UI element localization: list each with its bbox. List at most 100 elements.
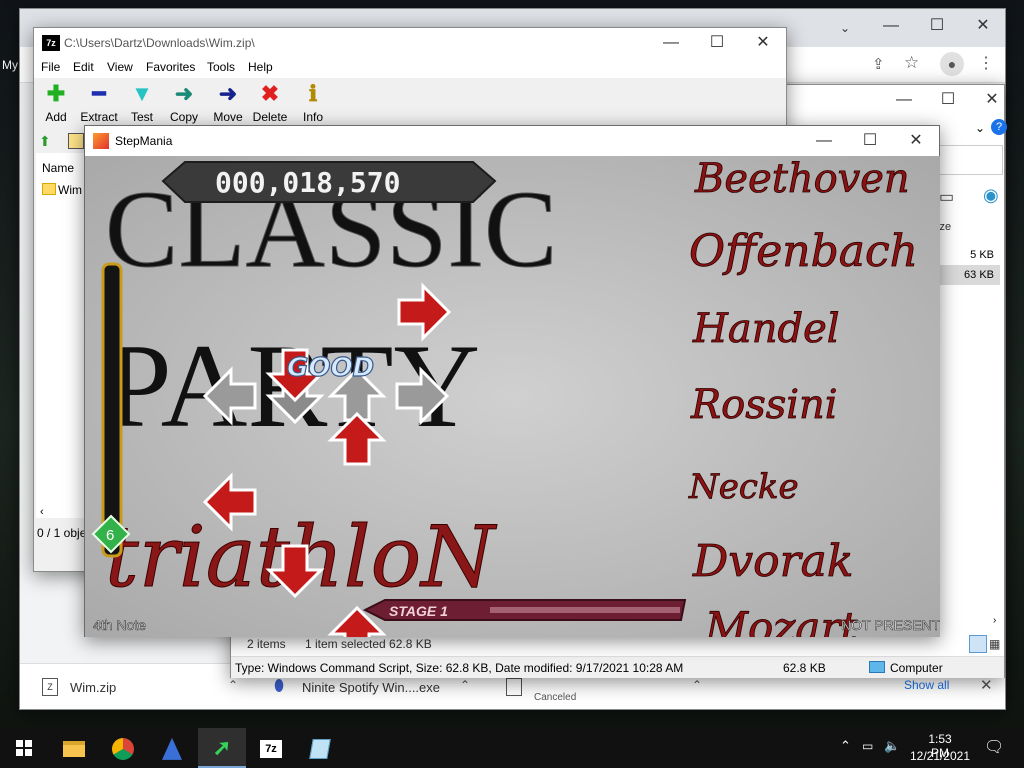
menu-edit[interactable]: Edit	[73, 60, 94, 74]
folder-up-icon[interactable]: ⬆	[39, 133, 51, 150]
taskbar-notepad[interactable]	[296, 728, 344, 768]
start-button[interactable]	[0, 728, 48, 768]
chrome-close-button[interactable]: ✕	[960, 11, 1006, 41]
test-icon: ▼	[131, 81, 153, 106]
edge-browser-icon	[162, 737, 182, 760]
test-label: Test	[130, 110, 153, 124]
copy-button[interactable]: ➜ Copy	[162, 82, 206, 126]
sevenzip-maximize-button[interactable]: ☐	[694, 28, 740, 58]
chrome-minimize-button[interactable]: —	[868, 11, 914, 41]
show-hidden-icons-icon[interactable]: ⌃	[840, 738, 851, 754]
composer-name: Rossini	[690, 382, 838, 428]
notepad-icon	[309, 738, 331, 759]
details-view-icon[interactable]	[969, 635, 987, 653]
life-meter	[101, 262, 123, 558]
menu-help[interactable]: Help	[248, 60, 273, 74]
notification-center-icon[interactable]: 🗨	[984, 737, 1004, 757]
chevron-up-icon[interactable]: ⌃	[228, 678, 238, 692]
windows-logo-icon	[16, 740, 32, 756]
song-progress	[490, 607, 680, 613]
menu-favorites[interactable]: Favorites	[146, 60, 195, 74]
chevron-up-icon[interactable]: ⌃	[460, 678, 470, 692]
desktop-icon-label: My	[2, 58, 18, 72]
chrome-icon	[112, 737, 134, 760]
scroll-right-icon[interactable]: ›	[993, 615, 996, 626]
chevron-up-icon[interactable]: ⌃	[692, 678, 702, 692]
network-icon[interactable]: ▭	[862, 739, 873, 753]
stepmania-app-icon	[93, 133, 109, 149]
sevenzip-close-button[interactable]: ✕	[740, 28, 786, 58]
composer-name: Mozart	[704, 603, 858, 637]
gameplay-canvas: CLASSIC PARTY triathloN Beethoven Offenb…	[85, 156, 940, 637]
sevenzip-minimize-button[interactable]: —	[648, 28, 694, 58]
clock-date[interactable]: 12/21/2021	[906, 749, 974, 763]
download-status: Canceled	[534, 692, 577, 703]
sevenzip-app-icon: 7z	[42, 35, 60, 51]
combo-count: 6	[106, 527, 114, 544]
taskbar-7zip[interactable]: 7z	[247, 728, 295, 768]
zip-file-icon: Z	[42, 678, 58, 696]
file-details-text: Type: Windows Command Script, Size: 62.8…	[235, 661, 684, 675]
taskbar-file-explorer[interactable]	[50, 728, 98, 768]
file-size-cell: 63 KB	[936, 265, 1000, 285]
stepmania-maximize-button[interactable]: ☐	[847, 126, 893, 156]
info-button[interactable]: ℹ Info	[291, 82, 335, 126]
delete-button[interactable]: ✖ Delete	[248, 82, 292, 126]
folder-icon	[42, 183, 56, 195]
volume-muted-icon[interactable]: 🔈	[884, 738, 900, 754]
chrome-menu-icon[interactable]: ⋮	[978, 53, 994, 73]
help-icon[interactable]: ?	[991, 119, 1007, 135]
sevenzip-title-bar: 7z C:\Users\Dartz\Downloads\Wim.zip\ — ☐…	[34, 28, 786, 58]
explorer-ribbon-icon[interactable]: ▭	[939, 187, 954, 207]
share-icon[interactable]: ⇪	[872, 55, 885, 73]
column-header-name[interactable]: Name	[42, 161, 74, 175]
move-button[interactable]: ➜ Move	[206, 82, 250, 126]
file-list-item[interactable]: Wim	[58, 183, 82, 197]
move-icon: ➜	[218, 81, 238, 106]
composer-name: Beethoven	[694, 156, 910, 202]
folder-icon	[63, 740, 85, 757]
explorer-close-button[interactable]: ✕	[969, 85, 1015, 115]
download-name: Wim.zip	[70, 680, 117, 695]
show-all-button[interactable]: Show all	[904, 678, 949, 692]
taskbar-edge[interactable]	[148, 728, 196, 768]
stepmania-window-title: StepMania	[115, 134, 173, 148]
menu-view[interactable]: View	[107, 60, 133, 74]
stepmania-minimize-button[interactable]: —	[801, 126, 847, 156]
copy-icon: ➜	[174, 81, 194, 106]
download-name: Ninite Spotify Win....exe	[302, 680, 440, 695]
test-button[interactable]: ▼ Test	[120, 82, 164, 126]
player2-status: NOT PRESENT	[841, 617, 940, 633]
delete-label: Delete	[252, 110, 288, 124]
scroll-left-icon[interactable]: ‹	[40, 506, 44, 518]
taskbar-stepmania[interactable]: ➚	[198, 728, 246, 768]
explorer-maximize-button[interactable]: ☐	[925, 85, 971, 115]
profile-avatar-icon[interactable]: ●	[940, 52, 964, 76]
extract-label: Extract	[80, 110, 118, 124]
close-downloads-bar-icon[interactable]: ✕	[980, 676, 993, 694]
stepmania-close-button[interactable]: ✕	[893, 126, 939, 156]
explorer-minimize-button[interactable]: —	[881, 85, 927, 115]
composer-name: Handel	[692, 306, 840, 352]
stepmania-window: StepMania — ☐ ✕ CLASSIC PARTY triathloN …	[84, 125, 940, 637]
search-box[interactable]	[931, 145, 1003, 175]
file-size-cell: 5 KB	[970, 249, 994, 261]
menu-file[interactable]: File	[41, 60, 60, 74]
download-item[interactable]: Z Wim.zip ⌃	[24, 672, 254, 702]
chrome-maximize-button[interactable]: ☐	[914, 11, 960, 41]
tiles-view-icon[interactable]: ▦	[989, 635, 1005, 653]
taskbar: ➚ 7z ⌃ ▭ 🔈 1:53 PM 12/21/2021 🗨	[0, 728, 1024, 768]
sevenzip-status-text: 0 / 1 obje	[37, 526, 87, 540]
menu-tools[interactable]: Tools	[207, 60, 235, 74]
composer-name: Dvorak	[692, 536, 854, 587]
taskbar-chrome[interactable]	[99, 728, 147, 768]
chevron-down-icon[interactable]: ⌄	[975, 121, 985, 135]
add-label: Add	[45, 110, 67, 124]
chrome-tab-search-icon[interactable]: ⌄	[822, 13, 868, 43]
extract-button[interactable]: ━ Extract	[77, 82, 121, 126]
judgment-text: GOOD	[287, 353, 374, 383]
gameplay-screen: CLASSIC PARTY triathloN Beethoven Offenb…	[85, 156, 940, 637]
add-button[interactable]: ✚ Add	[34, 82, 78, 126]
globe-icon[interactable]: ◉	[983, 185, 999, 206]
bookmark-star-icon[interactable]: ☆	[904, 53, 919, 73]
